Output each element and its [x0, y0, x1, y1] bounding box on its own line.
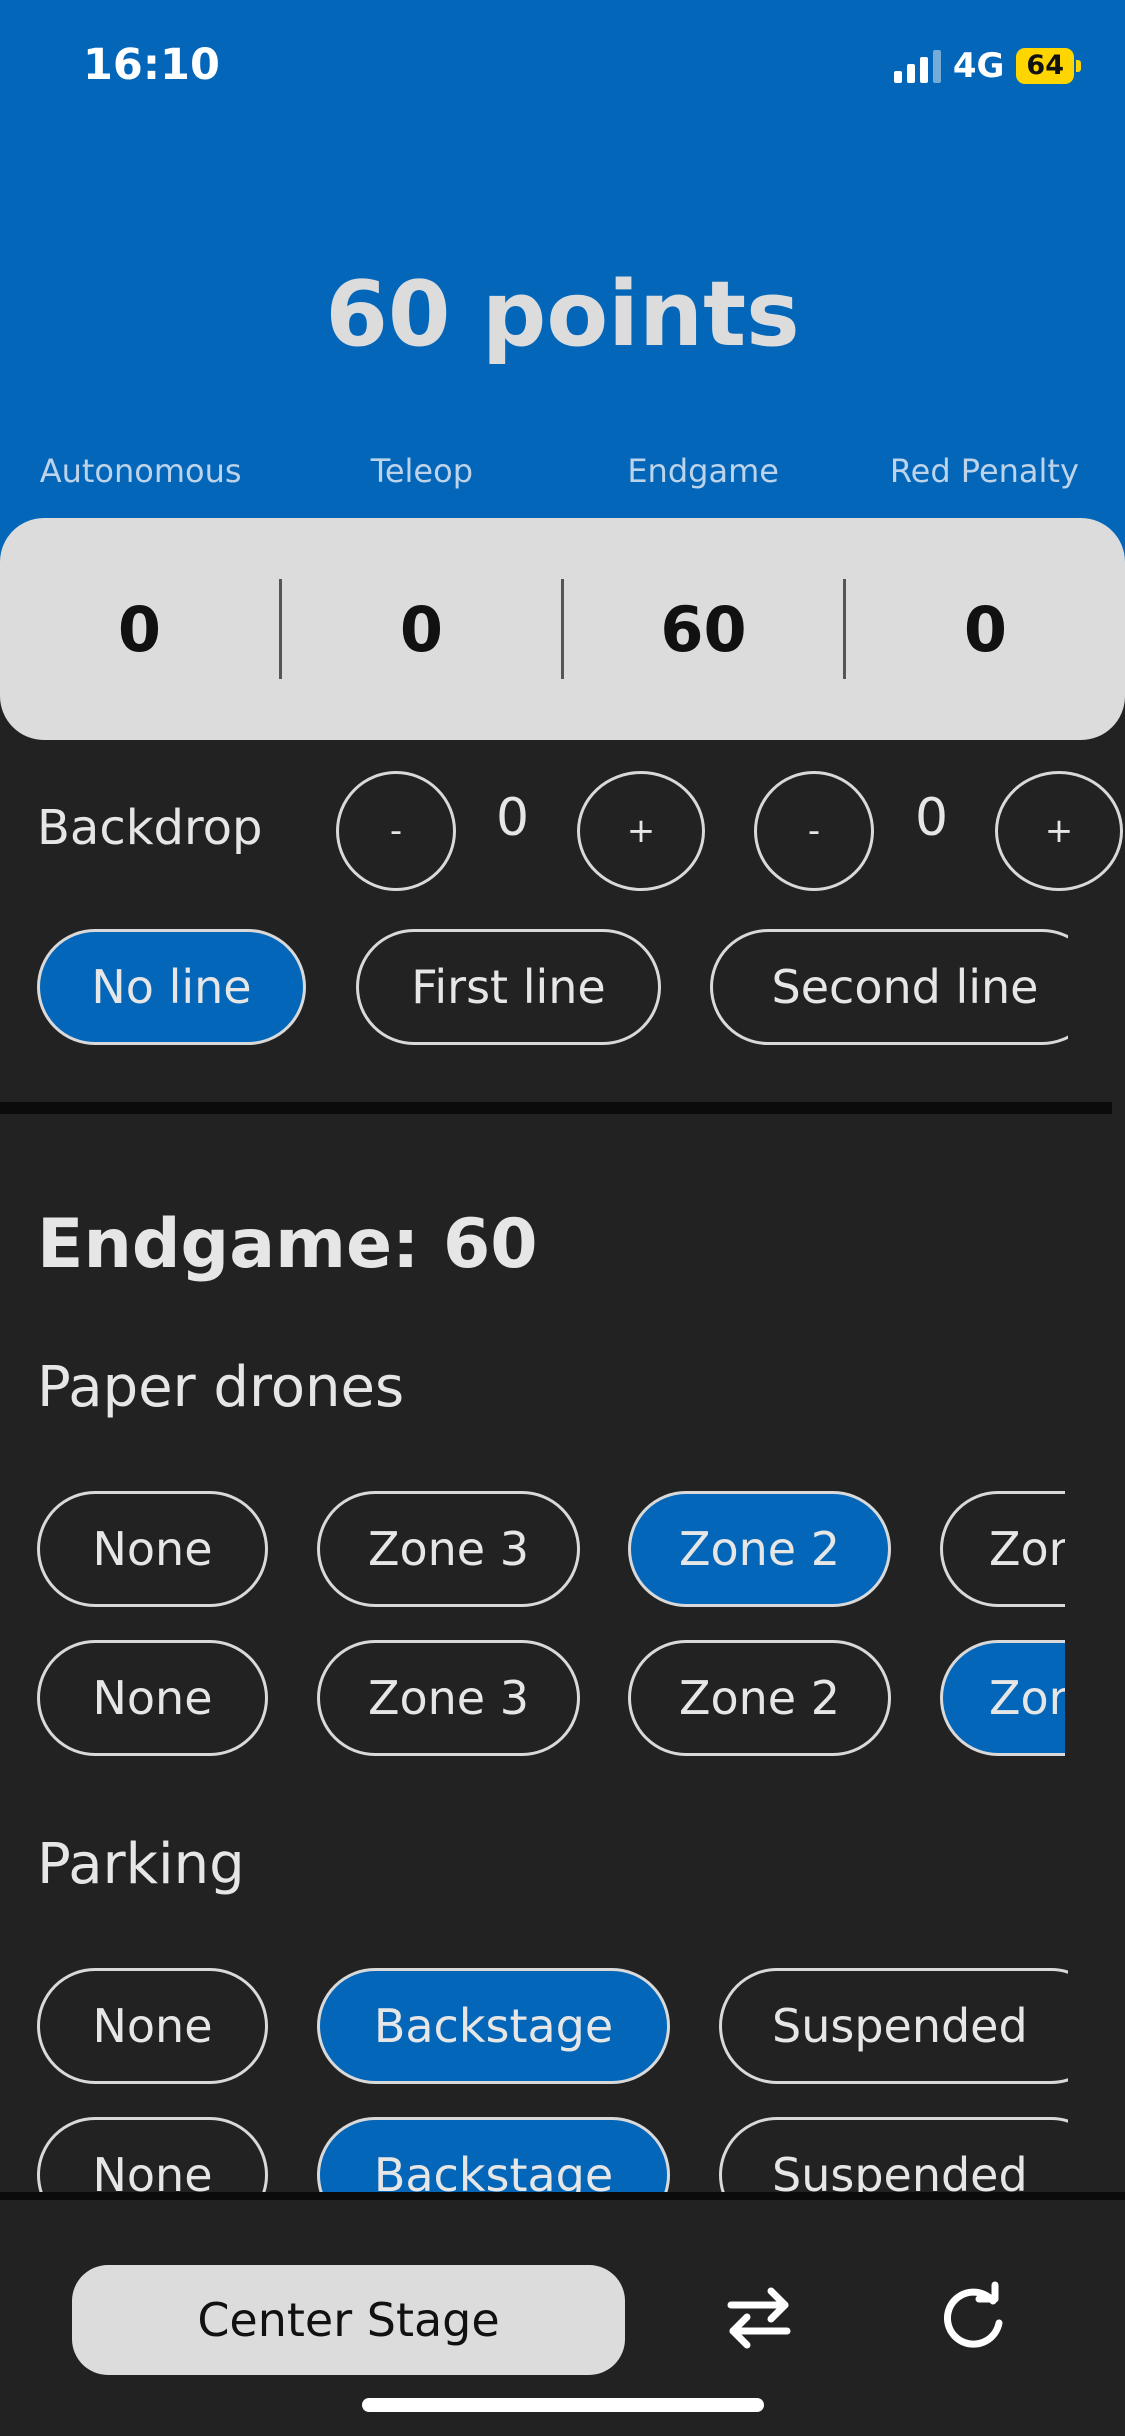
drone2-option-zone-3[interactable]: Zone 3: [317, 1640, 580, 1756]
drone2-option-zone-2[interactable]: Zone 2: [628, 1640, 891, 1756]
category-label-endgame: Endgame: [627, 452, 779, 490]
drone2-option-none[interactable]: None: [37, 1640, 268, 1756]
backdrop-count-1: 0: [496, 788, 530, 848]
battery-icon: 64: [1016, 48, 1081, 84]
option-no-line[interactable]: No line: [37, 929, 306, 1045]
line-options: No line First line Second line: [0, 925, 1068, 1050]
signal-icon: [893, 49, 941, 83]
option-second-line[interactable]: Second line: [710, 929, 1068, 1045]
drone1-option-zone-1[interactable]: Zone 1: [940, 1491, 1065, 1607]
drone1-option-zone-3[interactable]: Zone 3: [317, 1491, 580, 1607]
score-teleop: 0: [399, 592, 444, 666]
app-screen: 16:10 4G 64 60 points Autonomous Teleop …: [0, 0, 1125, 2436]
category-labels: Autonomous Teleop Endgame Red Penalty: [0, 452, 1125, 490]
swap-icon[interactable]: [714, 2272, 804, 2362]
drone1-option-none[interactable]: None: [37, 1491, 268, 1607]
score-red-penalty: 0: [963, 592, 1008, 666]
score-autonomous: 0: [117, 592, 162, 666]
score-endgame: 60: [660, 592, 747, 666]
paper-drones-options: None Zone 3 Zone 2 Zone 1 None Zone 3 Zo…: [0, 1485, 1065, 1765]
category-label-autonomous: Autonomous: [39, 452, 242, 490]
parking2-option-backstage[interactable]: Backstage: [317, 2117, 670, 2192]
endgame-title: Endgame: 60: [37, 1205, 538, 1284]
parking2-option-none[interactable]: None: [37, 2117, 268, 2192]
status-time: 16:10: [83, 40, 220, 90]
category-label-red-penalty: Red Penalty: [889, 452, 1079, 490]
section-divider: [0, 1102, 1112, 1114]
parking1-option-suspended[interactable]: Suspended: [719, 1968, 1068, 2084]
drone2-option-zone-1[interactable]: Zone 1: [940, 1640, 1065, 1756]
category-label-teleop: Teleop: [370, 452, 473, 490]
center-stage-button[interactable]: Center Stage: [72, 2265, 625, 2375]
parking1-option-backstage[interactable]: Backstage: [317, 1968, 670, 2084]
backdrop-label: Backdrop: [37, 800, 263, 856]
total-score: 60 points: [325, 262, 800, 367]
paper-drones-label: Paper drones: [37, 1355, 405, 1420]
parking2-option-suspended[interactable]: Suspended: [719, 2117, 1068, 2192]
home-indicator: [362, 2398, 764, 2412]
network-type: 4G: [952, 46, 1005, 86]
backdrop-decrement-button-1[interactable]: -: [336, 771, 456, 891]
backdrop-increment-button-2[interactable]: +: [995, 771, 1123, 891]
parking1-option-none[interactable]: None: [37, 1968, 268, 2084]
parking-label: Parking: [37, 1832, 245, 1897]
drone1-option-zone-2[interactable]: Zone 2: [628, 1491, 891, 1607]
refresh-icon[interactable]: [928, 2272, 1018, 2362]
parking-options: None Backstage Suspended None Backstage …: [0, 1962, 1068, 2192]
backdrop-decrement-button-2[interactable]: -: [754, 771, 874, 891]
backdrop-increment-button-1[interactable]: +: [577, 771, 705, 891]
backdrop-count-2: 0: [915, 788, 949, 848]
status-indicators: 4G 64: [893, 46, 1081, 86]
score-breakdown-card: 0 0 60 0: [0, 518, 1125, 740]
option-first-line[interactable]: First line: [356, 929, 661, 1045]
battery-level: 64: [1016, 48, 1074, 84]
